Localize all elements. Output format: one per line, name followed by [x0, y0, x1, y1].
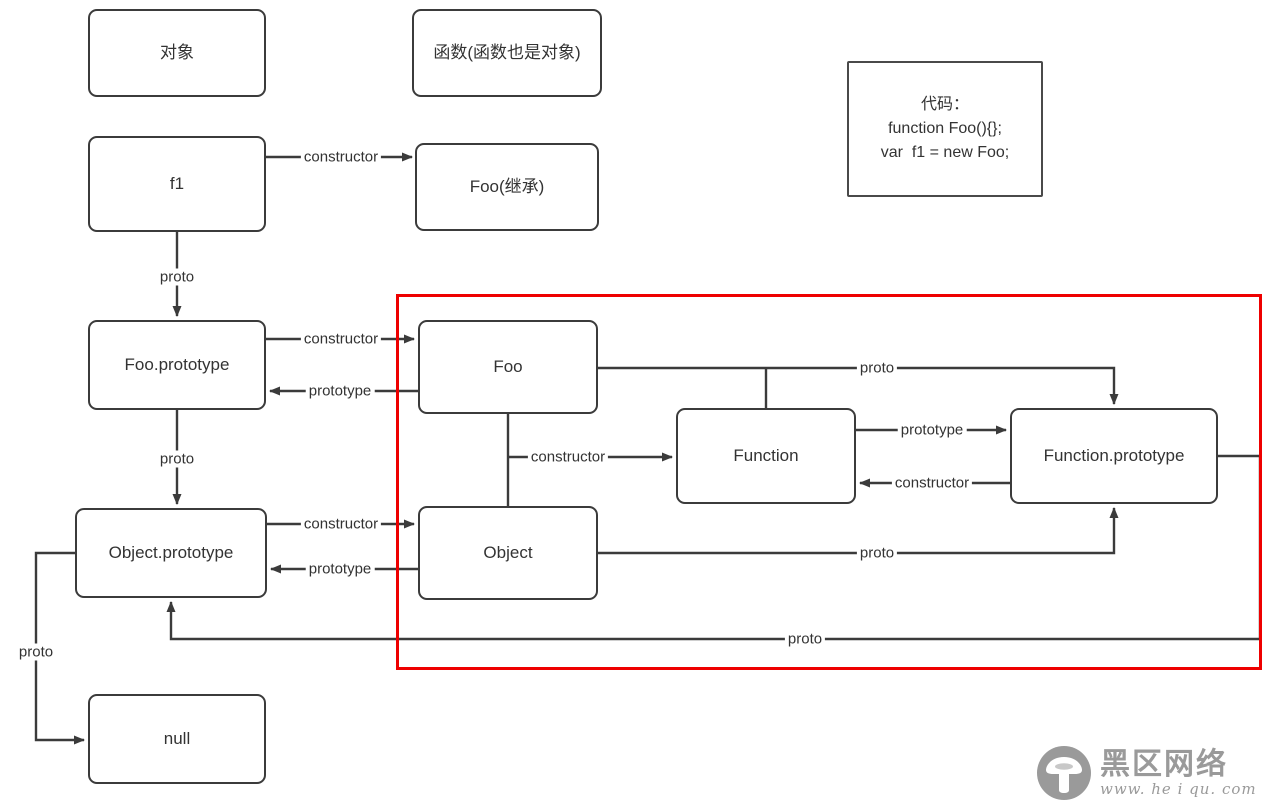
- node-label: 函数(函数也是对象): [433, 42, 581, 62]
- node-function-legend[interactable]: 函数(函数也是对象): [412, 9, 602, 97]
- edge-label-foo-prototype-to-object-prototype: proto: [156, 450, 198, 468]
- node-label: 对象: [160, 42, 194, 62]
- edge-label-foo-to-foo-prototype: prototype: [305, 382, 375, 400]
- diagram-canvas: 对象 函数(函数也是对象) f1 Foo(继承) Foo.prototype O…: [0, 0, 1279, 804]
- node-label: Foo: [493, 356, 523, 376]
- edge-label-f1-to-foo-prototype: proto: [156, 268, 198, 286]
- node-null[interactable]: null: [88, 694, 266, 784]
- watermark-brand: 黑区网络: [1100, 747, 1228, 782]
- edge-label-object-to-object-prototype: prototype: [305, 560, 375, 578]
- edge-label-foo-to-function: constructor: [527, 448, 609, 466]
- node-object-prototype[interactable]: Object.prototype: [75, 508, 267, 598]
- code-line-2: var f1 = new Foo;: [880, 144, 1010, 161]
- code-box: 代码： function Foo(){}; var f1 = new Foo;: [847, 61, 1043, 197]
- edge-label-object-prototype-to-object: constructor: [300, 515, 382, 533]
- node-label: null: [163, 728, 191, 748]
- code-line-0: 代码：: [920, 96, 969, 113]
- node-function[interactable]: Function: [676, 408, 856, 504]
- edge-label-function-to-function-prototype: prototype: [897, 421, 967, 439]
- node-object-legend[interactable]: 对象: [88, 9, 266, 97]
- node-label: Foo.prototype: [124, 354, 230, 374]
- code-line-1: function Foo(){};: [888, 120, 1002, 137]
- edge-label-object-to-function-prototype: proto: [856, 544, 898, 562]
- node-label: Foo(继承): [469, 176, 545, 196]
- node-label: Function.prototype: [1043, 445, 1185, 465]
- node-label: Object.prototype: [108, 542, 234, 562]
- watermark-url: www. he i qu. com: [1100, 779, 1257, 798]
- node-foo[interactable]: Foo: [418, 320, 598, 414]
- edge-label-function-prototype-to-function: constructor: [891, 474, 973, 492]
- site-watermark: 黑区网络 www. he i qu. com: [1036, 744, 1272, 802]
- node-label: f1: [169, 173, 185, 193]
- edge-label-foo-prototype-to-foo: constructor: [300, 330, 382, 348]
- edge-label-f1-to-foo-inherit: constructor: [300, 148, 382, 166]
- node-label: Function: [733, 445, 799, 465]
- watermark-text: 黑区网络 www. he i qu. com: [1100, 749, 1257, 797]
- node-foo-prototype[interactable]: Foo.prototype: [88, 320, 266, 410]
- mushroom-logo-icon: [1037, 746, 1091, 800]
- node-function-prototype[interactable]: Function.prototype: [1010, 408, 1218, 504]
- edge-label-foo-to-function-prototype: proto: [856, 359, 898, 377]
- node-object[interactable]: Object: [418, 506, 598, 600]
- edge-label-object-prototype-to-null: proto: [15, 643, 57, 661]
- node-f1[interactable]: f1: [88, 136, 266, 232]
- node-label: Object: [483, 542, 533, 562]
- edge-label-function-prototype-to-object-prototype: proto: [784, 630, 826, 648]
- node-foo-inherit[interactable]: Foo(继承): [415, 143, 599, 231]
